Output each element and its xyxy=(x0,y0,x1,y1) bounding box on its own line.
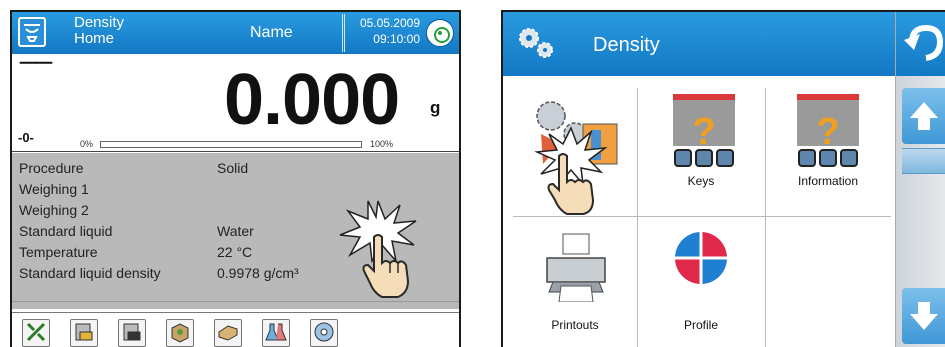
info-value: 0.9978 g/cm³ xyxy=(217,265,299,281)
tile-information[interactable]: ? Information xyxy=(765,88,891,216)
info-key: Temperature xyxy=(19,244,98,260)
tile-settings[interactable] xyxy=(513,88,637,216)
tile-label: Profile xyxy=(683,318,718,332)
pointing-hand-icon xyxy=(362,234,410,298)
settings-tile-grid: ? Keys ? Information Printouts Profile xyxy=(513,88,891,347)
settings-gears-icon xyxy=(519,28,553,58)
tile-printouts[interactable]: Printouts xyxy=(513,216,637,347)
info-panel[interactable]: Procedure Solid Weighing 1 Weighing 2 St… xyxy=(12,153,459,301)
scrollbar-thumb[interactable] xyxy=(902,148,945,174)
profile-icon xyxy=(675,232,727,284)
top-bar: Density Home Name 05.05.2009 09:10:00 xyxy=(12,12,459,54)
stability-marker: ⎺⎺ xyxy=(20,62,53,79)
mass-unit[interactable]: g xyxy=(430,98,440,118)
tile-profile[interactable]: Profile xyxy=(637,216,765,347)
info-value: 22 °C xyxy=(217,244,253,260)
tile-label: Information xyxy=(797,174,859,188)
svg-text:?: ? xyxy=(692,111,715,153)
info-value: Solid xyxy=(217,160,249,176)
info-panel-bottom-strip xyxy=(12,301,459,309)
user-name[interactable]: Name xyxy=(250,24,293,42)
weighing-display: ⎺⎺ 0.000 g -0- 0% 100% xyxy=(12,54,459,152)
progress-max-label: 100% xyxy=(370,139,394,149)
box-icon[interactable] xyxy=(166,319,194,347)
mass-reading: 0.000 xyxy=(224,60,400,140)
flasks-icon[interactable] xyxy=(262,319,290,347)
settings-wheel-icon[interactable] xyxy=(310,319,338,347)
solid-sample-icon[interactable] xyxy=(214,319,242,347)
density-mode-icon[interactable] xyxy=(18,17,46,47)
info-value: Water xyxy=(217,223,254,239)
tools-icon[interactable] xyxy=(22,319,50,347)
info-key: Standard liquid xyxy=(19,223,113,239)
pointing-hand-icon xyxy=(547,153,595,215)
info-key: Weighing 2 xyxy=(19,202,89,218)
undo-arrow-icon xyxy=(904,24,944,61)
side-navigation xyxy=(895,12,945,347)
header-divider xyxy=(342,14,345,52)
arrow-up-icon xyxy=(910,102,938,130)
mode-name: Density xyxy=(74,14,125,31)
weighing-home-screen: Density Home Name 05.05.2009 09:10:00 ⎺⎺… xyxy=(10,10,461,347)
info-key: Standard liquid density xyxy=(19,265,161,281)
time-label: 09:10:00 xyxy=(373,32,420,46)
svg-text:?: ? xyxy=(816,111,839,153)
sample-weight-icon[interactable] xyxy=(118,319,146,347)
level-indicator-icon[interactable] xyxy=(426,19,454,47)
menu-header: Density xyxy=(503,12,895,76)
back-button[interactable] xyxy=(896,12,945,76)
tare-weight-icon[interactable] xyxy=(70,319,98,347)
tile-label: Keys xyxy=(687,174,715,188)
zero-indicator: -0- xyxy=(18,130,34,145)
arrow-down-icon xyxy=(910,302,938,330)
information-icon: ? xyxy=(797,94,859,167)
working-mode-label[interactable]: Density Home xyxy=(74,15,124,47)
mode-sub-name: Home xyxy=(74,30,115,47)
tile-keys[interactable]: ? Keys xyxy=(637,88,765,216)
load-progress-bar xyxy=(100,141,362,148)
progress-min-label: 0% xyxy=(80,139,94,149)
density-menu-screen: Density ? Keys ? Information Printouts P… xyxy=(501,10,945,347)
function-keys-bar xyxy=(12,312,459,347)
menu-title: Density xyxy=(593,34,660,56)
info-key: Weighing 1 xyxy=(19,181,89,197)
scroll-down-button[interactable] xyxy=(902,288,945,344)
scroll-up-button[interactable] xyxy=(902,88,945,144)
date-time: 05.05.2009 09:10:00 xyxy=(348,15,420,47)
printer-icon xyxy=(546,233,606,302)
keys-icon: ? xyxy=(673,94,735,167)
tile-label: Printouts xyxy=(551,318,599,332)
info-key: Procedure xyxy=(19,160,84,176)
date-label: 05.05.2009 xyxy=(359,16,420,30)
